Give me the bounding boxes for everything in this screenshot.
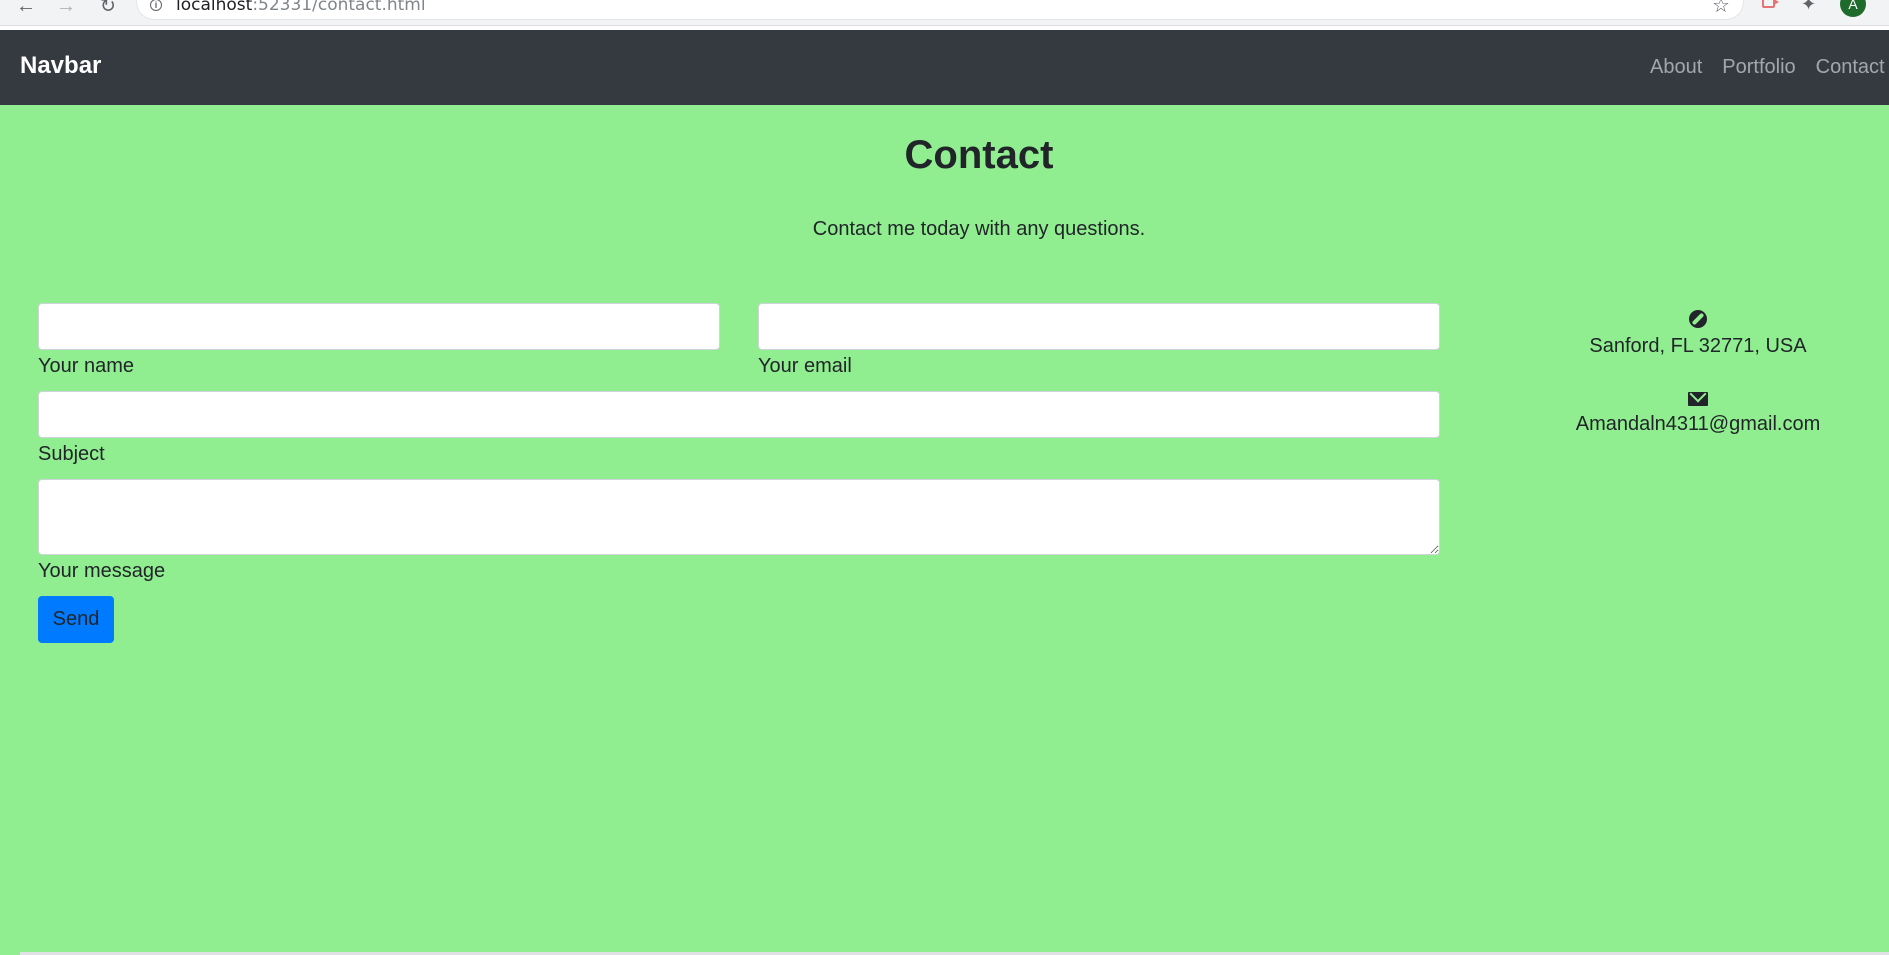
nav-link-contact[interactable]: Contact xyxy=(1816,56,1885,79)
nav-link-about[interactable]: About xyxy=(1650,56,1702,79)
send-button[interactable]: Send xyxy=(38,596,114,643)
nav-link-portfolio[interactable]: Portfolio xyxy=(1722,56,1795,79)
url-host: localhost xyxy=(176,0,253,15)
navbar-brand[interactable]: Navbar xyxy=(20,52,101,80)
name-label: Your name xyxy=(38,355,134,377)
email-label: Your email xyxy=(758,355,852,377)
navbar: Navbar About Portfolio Contact xyxy=(0,30,1889,105)
name-input[interactable] xyxy=(38,303,720,350)
contact-section: Contact Contact me today with any questi… xyxy=(0,105,1889,955)
profile-avatar[interactable]: A xyxy=(1840,0,1866,17)
url-path: :52331/contact.html xyxy=(252,0,426,15)
back-arrow-icon[interactable]: ← xyxy=(14,0,38,18)
extensions-puzzle-icon[interactable]: ✦ xyxy=(1801,0,1816,15)
compass-icon xyxy=(1689,310,1707,328)
forward-arrow-icon[interactable]: → xyxy=(54,0,78,18)
nav-links: About Portfolio Contact xyxy=(1650,56,1889,79)
extension-icon[interactable] xyxy=(1762,0,1780,8)
bookmark-star-icon[interactable]: ☆ xyxy=(1712,0,1730,18)
address-bar-url[interactable]: localhost:52331/contact.html xyxy=(176,0,426,15)
page-title: Contact xyxy=(904,133,1054,177)
email-block: Amandaln4311@gmail.com xyxy=(1520,392,1876,436)
address-text: Sanford, FL 32771, USA xyxy=(1589,335,1807,357)
subject-input[interactable] xyxy=(38,391,1440,438)
envelope-icon xyxy=(1688,392,1708,406)
message-textarea[interactable] xyxy=(38,479,1440,555)
browser-toolbar: ← → ↻ i localhost:52331/contact.html ☆ ✦… xyxy=(0,0,1889,26)
page-subtitle: Contact me today with any questions. xyxy=(812,218,1146,240)
reload-icon[interactable]: ↻ xyxy=(96,0,120,18)
email-input[interactable] xyxy=(758,303,1440,350)
message-label: Your message xyxy=(38,560,166,582)
address-block: Sanford, FL 32771, USA xyxy=(1520,310,1876,358)
email-text: Amandaln4311@gmail.com xyxy=(1575,413,1821,435)
subject-label: Subject xyxy=(38,443,105,465)
